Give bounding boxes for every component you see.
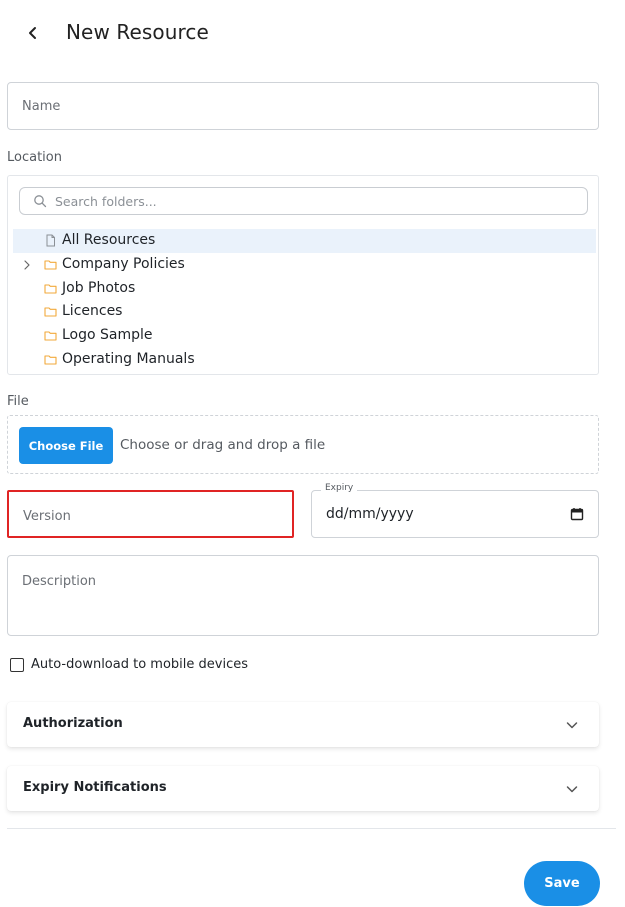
folder-item-operating-manuals[interactable]: Operating Manuals [13,348,596,372]
folder-item-label: All Resources [62,232,156,248]
file-dropzone[interactable]: Choose File Choose or drag and drop a fi… [7,415,599,474]
auto-download-label: Auto-download to mobile devices [31,657,248,672]
expiry-date-value: dd/mm/yyyy [326,506,414,522]
expiry-date-input[interactable]: dd/mm/yyyy [311,490,599,538]
folder-item-all-resources[interactable]: All Resources [13,229,596,253]
folder-item-label: Company Policies [62,256,185,272]
authorization-accordion[interactable]: Authorization [7,702,599,747]
calendar-icon[interactable] [570,507,584,521]
file-dropzone-hint: Choose or drag and drop a file [120,437,326,453]
file-label: File [7,394,29,409]
back-button[interactable] [20,20,46,46]
new-resource-page: New Resource Name Location Search folder… [0,0,625,907]
version-input[interactable]: Version [7,490,294,538]
folder-item-label: Operating Manuals [62,351,195,367]
folder-icon [44,260,57,270]
authorization-title: Authorization [23,716,123,731]
save-button[interactable]: Save [524,861,600,906]
page-title: New Resource [66,20,209,44]
folder-item-logo-sample[interactable]: Logo Sample [13,324,596,348]
folder-item-label: Licences [62,303,123,319]
description-placeholder: Description [22,574,97,589]
folder-icon [44,307,57,317]
folder-item-company-policies[interactable]: Company Policies [13,253,596,277]
expiry-notifications-title: Expiry Notifications [23,780,167,795]
folder-icon [44,331,57,341]
auto-download-checkbox[interactable] [10,657,24,672]
page-header: New Resource [0,0,625,68]
description-textarea[interactable]: Description [7,555,599,636]
version-placeholder: Version [23,509,71,524]
name-input[interactable]: Name [7,82,599,130]
chevron-down-icon [566,722,578,729]
folder-item-label: Logo Sample [62,327,153,343]
search-icon [34,195,47,208]
location-label: Location [7,150,62,165]
folder-icon [44,355,57,365]
folder-item-licences[interactable]: Licences [13,300,596,324]
chevron-left-icon [29,27,36,39]
file-icon [46,234,55,247]
folder-search-input[interactable]: Search folders... [19,187,588,215]
name-placeholder: Name [22,99,61,114]
auto-download-option[interactable]: Auto-download to mobile devices [10,657,248,672]
folder-search-placeholder: Search folders... [55,194,157,209]
chevron-down-icon [566,786,578,793]
expiry-label: Expiry [321,483,358,493]
expiry-notifications-accordion[interactable]: Expiry Notifications [7,766,599,811]
folder-item-job-photos[interactable]: Job Photos [13,277,596,301]
chevron-right-icon[interactable] [22,259,32,271]
footer-divider [7,828,616,829]
folder-item-label: Job Photos [62,280,136,296]
location-folder-tree: Search folders... All Resources Company … [7,175,599,375]
folder-icon [44,284,57,294]
choose-file-button[interactable]: Choose File [19,427,113,464]
